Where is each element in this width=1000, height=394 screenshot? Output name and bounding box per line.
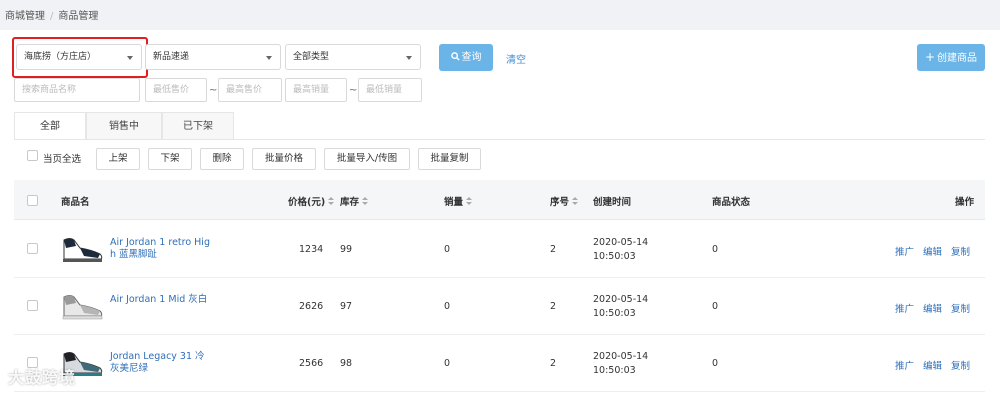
sort-icon [328,197,335,206]
type-select[interactable]: 全部类型 [285,44,421,70]
breadcrumb: 商城管理 / 商品管理 [5,7,98,22]
header-product-name: 商品名 [61,197,90,208]
plus-icon: + [924,50,936,64]
copy-link[interactable]: 复制 [951,244,970,258]
min-price-placeholder: 最低售价 [153,85,190,95]
search-button[interactable]: 查询 [439,44,493,71]
clear-link[interactable]: 清空 [506,51,526,66]
search-button-label: 查询 [461,52,482,63]
price-cell: 1234 [299,244,324,255]
min-sales-input[interactable]: 最低销量 [358,78,422,102]
header-price[interactable]: 价格(元) [288,194,335,208]
header-price-label: 价格(元) [288,197,326,208]
select-all-checkbox[interactable] [27,195,38,206]
seq-cell: 2 [550,244,557,255]
header-stock[interactable]: 库存 [340,194,369,208]
range-tilde: ~ [209,85,218,96]
header-sales-label: 销量 [444,197,464,208]
min-price-input[interactable]: 最低售价 [145,78,207,102]
breadcrumb-item-mall[interactable]: 商城管理 [5,11,45,22]
copy-link[interactable]: 复制 [951,301,970,315]
status-cell: 0 [712,301,719,312]
sort-icon [362,197,369,206]
promote-link[interactable]: 推广 [895,301,914,315]
chevron-down-icon [406,56,412,60]
max-price-input[interactable]: 最高售价 [218,78,282,102]
stock-cell: 97 [340,301,353,312]
row-checkbox[interactable] [27,243,38,254]
product-name-link[interactable]: Air Jordan 1 retro High 蓝黑脚趾 [110,237,210,261]
product-thumbnail[interactable] [58,291,106,321]
price-cell: 2566 [299,358,324,369]
row-checkbox[interactable] [27,300,38,311]
take-off-shelf-button[interactable]: 下架 [148,148,192,170]
min-sales-placeholder: 最低销量 [366,85,403,95]
range-tilde: ~ [349,85,358,96]
order-select-value: 新品速递 [153,52,190,62]
product-name-search-input[interactable]: 搜索商品名称 [14,78,140,102]
created-date-cell: 2020-05-14 [593,294,649,305]
list-on-shelf-button[interactable]: 上架 [96,148,140,170]
header-seq[interactable]: 序号 [550,194,579,208]
created-time-cell: 10:50:03 [593,308,636,319]
status-cell: 0 [712,358,719,369]
max-sales-input[interactable]: 最高销量 [285,78,347,102]
tab-divider [14,139,985,140]
tab-off-shelf[interactable]: 已下架 [162,112,234,140]
create-product-button[interactable]: + 创建商品 [917,44,985,71]
stock-cell: 99 [340,244,353,255]
seq-cell: 2 [550,301,557,312]
sales-cell: 0 [444,301,451,312]
highlight-box [12,37,148,78]
promote-link[interactable]: 推广 [895,358,914,372]
edit-link[interactable]: 编辑 [923,244,942,258]
create-product-label: 创建商品 [937,53,978,64]
product-name-placeholder: 搜索商品名称 [22,85,77,95]
stock-cell: 98 [340,358,353,369]
promote-link[interactable]: 推广 [895,244,914,258]
edit-link[interactable]: 编辑 [923,301,942,315]
max-price-placeholder: 最高售价 [226,85,263,95]
tab-all[interactable]: 全部 [14,112,86,140]
type-select-value: 全部类型 [293,52,330,62]
header-status: 商品状态 [712,197,751,208]
batch-import-button[interactable]: 批量导入/传图 [324,148,410,170]
sales-cell: 0 [444,358,451,369]
table-row [14,278,985,335]
tab-on-sale[interactable]: 销售中 [86,112,162,140]
order-select[interactable]: 新品速递 [145,44,281,70]
header-stock-label: 库存 [340,197,360,208]
header-created: 创建时间 [593,197,632,208]
select-page-checkbox[interactable] [27,150,38,161]
sort-icon [466,197,473,206]
chevron-down-icon [266,56,272,60]
created-date-cell: 2020-05-14 [593,351,649,362]
max-sales-placeholder: 最高销量 [293,85,330,95]
sales-cell: 0 [444,244,451,255]
edit-link[interactable]: 编辑 [923,358,942,372]
header-seq-label: 序号 [550,197,570,208]
price-cell: 2626 [299,301,324,312]
breadcrumb-separator: / [50,11,54,22]
watermark: 大鼓跨境 [8,368,77,387]
product-name-link[interactable]: Jordan Legacy 31 冷灰美尼绿 [110,351,210,375]
created-time-cell: 10:50:03 [593,365,636,376]
status-cell: 0 [712,244,719,255]
header-sales[interactable]: 销量 [444,194,473,208]
created-time-cell: 10:50:03 [593,251,636,262]
product-name-link[interactable]: Air Jordan 1 Mid 灰白 [110,294,210,306]
product-thumbnail[interactable] [58,234,106,264]
search-icon [450,52,460,61]
seq-cell: 2 [550,358,557,369]
copy-link[interactable]: 复制 [951,358,970,372]
batch-price-button[interactable]: 批量价格 [252,148,316,170]
table-header [14,180,985,220]
sort-icon [572,197,579,206]
breadcrumb-item-products: 商品管理 [58,11,99,22]
delete-button[interactable]: 删除 [200,148,244,170]
select-page-label: 当页全选 [43,154,82,165]
batch-copy-button[interactable]: 批量复制 [418,148,481,170]
created-date-cell: 2020-05-14 [593,237,649,248]
header-operations: 操作 [955,197,975,208]
